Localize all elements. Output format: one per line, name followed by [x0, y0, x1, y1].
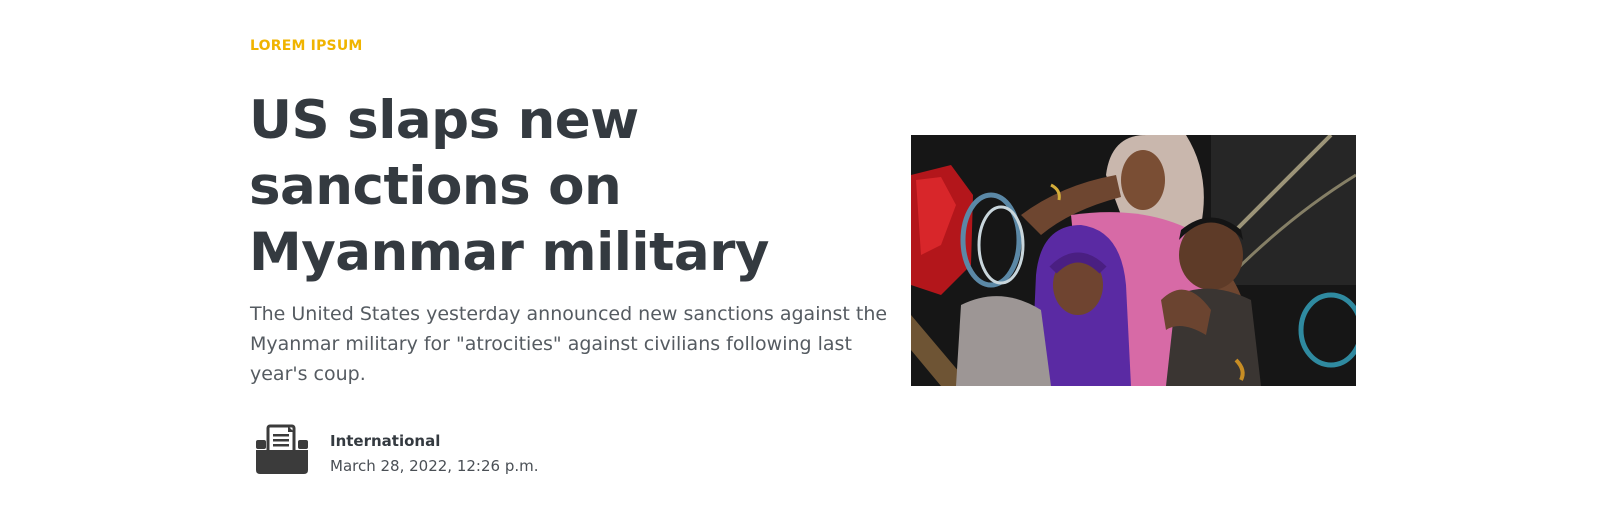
article-meta: International March 28, 2022, 12:26 p.m. [254, 424, 674, 484]
article-section[interactable]: International [330, 432, 440, 450]
article-date: March 28, 2022, 12:26 p.m. [330, 457, 539, 475]
article-headline[interactable]: US slaps new sanctions on Myanmar milita… [249, 88, 869, 286]
article-photo[interactable] [911, 135, 1356, 386]
article-header: LOREM IPSUM US slaps new sanctions on My… [0, 0, 1600, 512]
article-lede: The United States yesterday announced ne… [250, 303, 888, 385]
newspaper-printer-icon [254, 424, 310, 476]
article-kicker[interactable]: LOREM IPSUM [250, 38, 363, 54]
